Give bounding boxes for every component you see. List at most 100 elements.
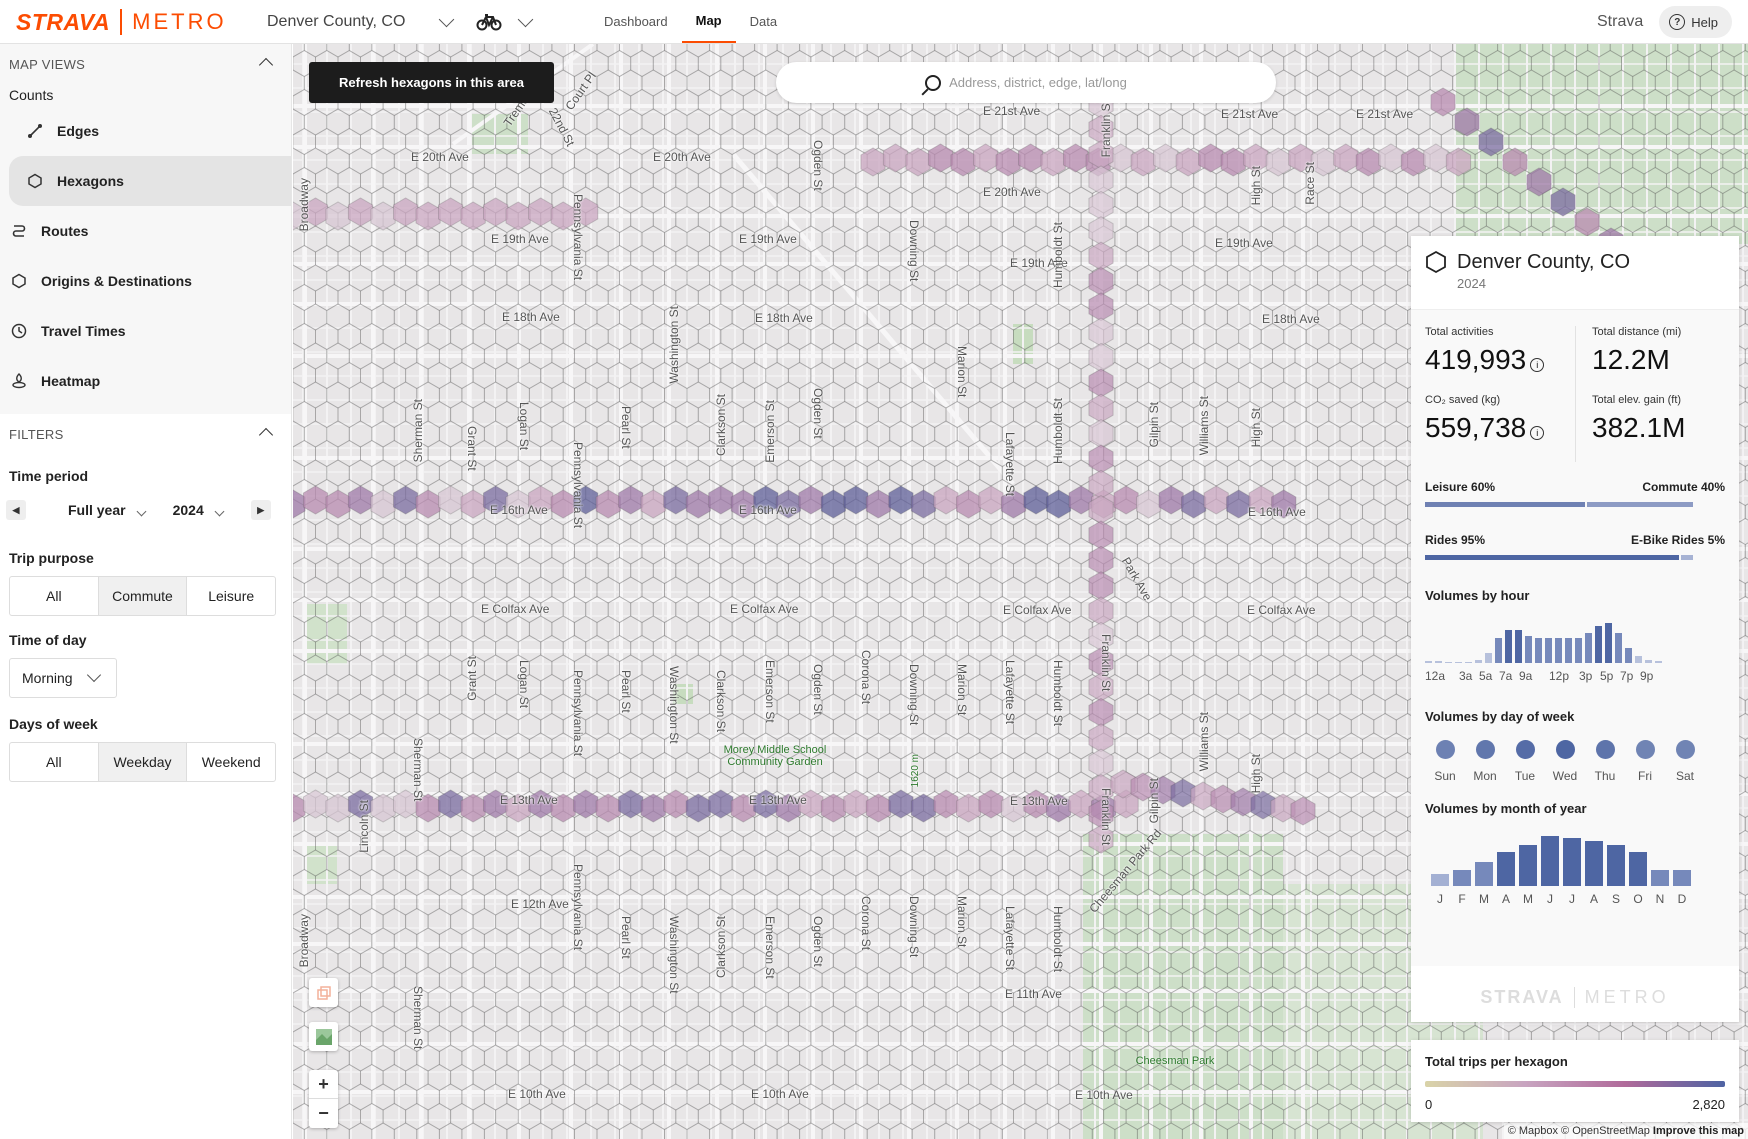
dow-label: Mon: [1473, 769, 1497, 783]
hour-axis-label: 5a: [1479, 669, 1493, 683]
year-select[interactable]: 2024: [173, 502, 225, 518]
hour-axis-label: 7p: [1620, 669, 1634, 683]
stat-total-distance: Total distance (mi) 12.2M: [1575, 326, 1725, 394]
hour-bar: [1595, 626, 1602, 663]
map-views-title: MAP VIEWS: [9, 56, 86, 72]
next-period-button[interactable]: ▶: [250, 500, 271, 520]
info-icon[interactable]: i: [1530, 358, 1545, 372]
street-label: Lincoln St: [357, 800, 371, 853]
hour-bar: [1515, 629, 1522, 663]
hour-bar: [1575, 638, 1582, 663]
previous-period-button[interactable]: ◀: [6, 500, 26, 520]
time-of-day-select[interactable]: Morning: [9, 658, 117, 698]
street-label: Broadway: [297, 914, 311, 968]
sidebar: MAP VIEWS Counts Edges Hexagons Routes O…: [0, 44, 292, 1139]
hour-bar: [1635, 656, 1642, 663]
trip-purpose-all[interactable]: All: [10, 577, 99, 615]
sidebar-item-heatmap[interactable]: Heatmap: [0, 356, 291, 406]
routes-icon: [9, 223, 29, 239]
sidebar-item-hexagons[interactable]: Hexagons: [9, 156, 291, 206]
month-axis-label: S: [1611, 892, 1620, 906]
street-label: Clarkson St: [714, 916, 728, 979]
hour-bar: [1525, 636, 1532, 663]
time-period-label: Time period: [9, 468, 89, 484]
street-label: Marion St: [955, 896, 969, 948]
days-all[interactable]: All: [10, 743, 99, 781]
region-stats-panel: Denver County, CO 2024 Total activities …: [1411, 236, 1739, 1022]
street-label: Downing St: [907, 220, 921, 282]
days-weekend[interactable]: Weekend: [187, 743, 275, 781]
hexagon-icon: [25, 173, 45, 189]
region-select[interactable]: Denver County, CO: [267, 6, 455, 38]
hour-bar: [1565, 638, 1572, 663]
hour-bar: [1545, 638, 1552, 663]
street-label: Gilpin St: [1147, 402, 1161, 448]
strava-metro-logo[interactable]: STRAVA METRO: [16, 6, 227, 38]
trip-purpose-commute[interactable]: Commute: [98, 577, 188, 615]
improve-map-link[interactable]: Improve this map: [1653, 1125, 1744, 1137]
stat-label: Total activities: [1425, 326, 1494, 338]
refresh-hexagons-button[interactable]: Refresh hexagons in this area: [309, 62, 554, 103]
street-label: Clarkson St: [714, 670, 728, 733]
street-label: Sherman St: [411, 399, 425, 463]
street-label: E 21st Ave: [1221, 107, 1279, 121]
filters-header[interactable]: FILTERS: [0, 414, 291, 454]
street-label: Humboldt St: [1051, 660, 1065, 727]
zoom-out-button[interactable]: −: [309, 1099, 338, 1128]
month-axis-label: J: [1547, 892, 1553, 906]
street-label: E 19th Ave: [491, 232, 549, 246]
street-label: E 13th Ave: [1010, 794, 1068, 808]
help-button[interactable]: ? Help: [1659, 6, 1732, 38]
street-label: E 13th Ave: [500, 793, 558, 807]
dow-label: Fri: [1638, 769, 1652, 783]
hour-bar: [1435, 661, 1442, 663]
hour-axis-label: 3p: [1579, 669, 1593, 683]
period-select[interactable]: Full year: [68, 502, 147, 518]
hour-histogram: [1425, 615, 1705, 663]
sidebar-item-label: Origins & Destinations: [41, 273, 192, 289]
trip-purpose-leisure[interactable]: Leisure: [187, 577, 275, 615]
dow-label: Sun: [1434, 769, 1456, 783]
sidebar-item-origins-destinations[interactable]: Origins & Destinations: [0, 256, 291, 306]
street-label: High St: [1249, 166, 1263, 206]
hour-bar: [1645, 659, 1652, 663]
map-style-button[interactable]: [309, 1022, 338, 1051]
stat-value: 419,993: [1425, 344, 1527, 375]
legend-title: Total trips per hexagon: [1425, 1054, 1568, 1069]
tab-map[interactable]: Map: [681, 0, 736, 43]
draw-polygon-button[interactable]: [309, 978, 338, 1007]
hour-axis-label: 12a: [1425, 669, 1446, 683]
dow-dot: [1635, 740, 1655, 759]
tab-data[interactable]: Data: [736, 0, 791, 43]
days-weekday[interactable]: Weekday: [98, 743, 188, 781]
street-label: Grant St: [465, 656, 479, 701]
sidebar-item-label: Heatmap: [41, 373, 101, 389]
map-attribution: © Mapbox © OpenStreetMap Improve this ma…: [1503, 1123, 1748, 1139]
street-label: E 10th Ave: [508, 1087, 566, 1101]
street-label: E 19th Ave: [739, 232, 797, 246]
ride-type-split-bar: [1425, 555, 1725, 560]
activity-type-select[interactable]: [476, 6, 534, 38]
poi-cheesman-park[interactable]: Cheesman Park: [1115, 1055, 1235, 1067]
dow-label: Sat: [1675, 769, 1694, 783]
sidebar-item-routes[interactable]: Routes: [0, 206, 291, 256]
poi-morey-garden[interactable]: Morey Middle School Community Garden: [705, 744, 845, 768]
panel-year: 2024: [1457, 276, 1486, 291]
info-icon[interactable]: i: [1530, 426, 1545, 440]
month-axis-label: N: [1655, 892, 1665, 906]
tab-dashboard[interactable]: Dashboard: [590, 0, 682, 43]
sidebar-item-edges[interactable]: Edges: [0, 106, 291, 156]
map-views-header[interactable]: MAP VIEWS: [0, 44, 291, 84]
sidebar-item-travel-times[interactable]: Travel Times: [0, 306, 291, 356]
street-label: Washington St: [667, 306, 681, 384]
zoom-in-button[interactable]: +: [309, 1070, 338, 1099]
strava-link[interactable]: Strava: [1597, 13, 1643, 31]
dow-dot: [1555, 740, 1575, 759]
search-bar[interactable]: Address, district, edge, lat/long: [776, 62, 1276, 103]
month-chart-title: Volumes by month of year: [1425, 801, 1587, 816]
attribution-text[interactable]: © Mapbox © OpenStreetMap: [1508, 1125, 1650, 1137]
legend-min: 0: [1425, 1097, 1433, 1112]
street-label: Pearl St: [619, 916, 633, 959]
search-input[interactable]: Address, district, edge, lat/long: [949, 75, 1127, 90]
street-label: Downing St: [907, 664, 921, 726]
